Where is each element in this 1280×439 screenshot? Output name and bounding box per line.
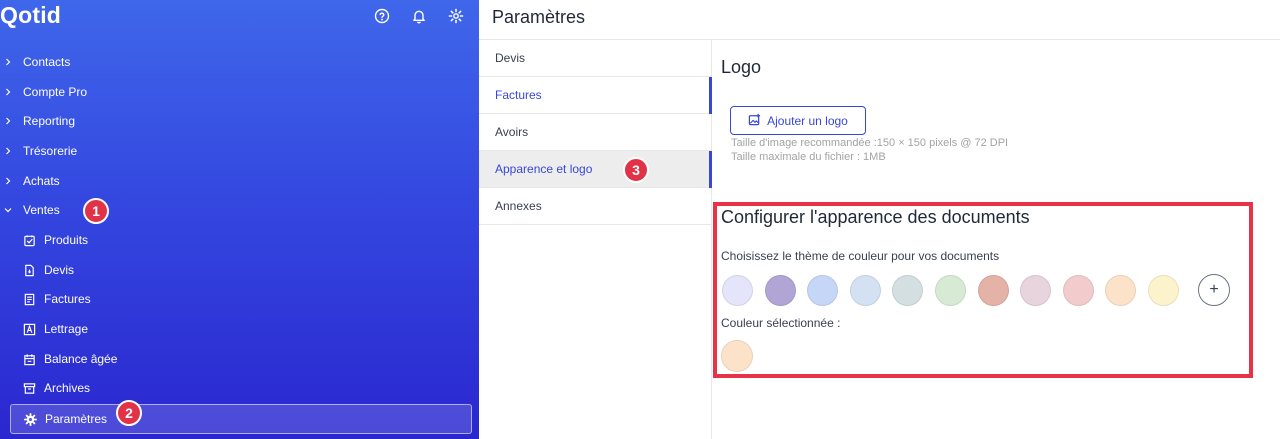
color-swatch[interactable] — [764, 275, 796, 306]
gear-icon[interactable] — [448, 8, 464, 24]
color-swatch[interactable] — [977, 275, 1009, 306]
help-icon[interactable] — [374, 8, 390, 24]
page-title: Paramètres — [492, 7, 586, 27]
chevron-right-icon — [3, 57, 13, 67]
chevron-right-icon — [3, 176, 13, 186]
nav-tresorerie[interactable]: Trésorerie — [0, 137, 470, 165]
chevron-right-icon — [3, 116, 13, 126]
sidebar-item-produits[interactable]: Produits — [0, 226, 470, 254]
nav-label: Achats — [23, 174, 60, 188]
logo-size-hint: Taille d'image recommandée :150 × 150 pi… — [731, 137, 1009, 149]
sidebar-item-label: Lettrage — [44, 322, 89, 336]
nav-label: Ventes — [23, 203, 60, 217]
sidebar-item-devis[interactable]: Devis — [0, 256, 470, 284]
settings-tab-factures[interactable]: Factures — [479, 77, 712, 114]
nav-label: Trésorerie — [23, 144, 78, 158]
color-swatch[interactable] — [722, 275, 753, 306]
app-window: Qotid Contacts Compte Pro Reporting Trés… — [0, 0, 1280, 439]
invoice-icon — [22, 292, 36, 306]
annotation-badge-3: 3 — [623, 157, 649, 183]
product-icon — [22, 233, 36, 247]
sidebar: Qotid Contacts Compte Pro Reporting Trés… — [0, 0, 479, 439]
logo-max-size-hint: Taille maximale du fichier : 1MB — [731, 151, 886, 163]
color-swatch[interactable] — [1062, 275, 1094, 306]
add-logo-button[interactable]: Ajouter un logo — [730, 106, 866, 135]
add-logo-label: Ajouter un logo — [767, 113, 848, 128]
nav-label: Compte Pro — [23, 85, 88, 99]
color-swatch[interactable] — [1148, 275, 1179, 306]
sidebar-item-archives[interactable]: Archives — [0, 374, 470, 402]
image-add-icon — [748, 113, 761, 129]
nav-achats[interactable]: Achats — [0, 167, 470, 195]
sidebar-item-factures[interactable]: Factures — [0, 285, 470, 313]
nav-ventes[interactable]: Ventes — [0, 196, 470, 224]
document-icon — [22, 263, 36, 277]
sidebar-item-label: Paramètres — [45, 412, 108, 426]
sidebar-item-label: Factures — [44, 292, 91, 306]
annotation-badge-2: 2 — [116, 400, 142, 426]
color-swatch[interactable] — [849, 275, 881, 306]
settings-tab-avoirs[interactable]: Avoirs — [479, 114, 712, 151]
theme-color-label: Choisissez le thème de couleur pour vos … — [721, 249, 1000, 263]
color-swatch[interactable] — [807, 275, 839, 306]
sidebar-item-parametres[interactable]: Paramètres — [10, 404, 472, 434]
sidebar-item-label: Archives — [44, 381, 91, 395]
archive-icon — [22, 381, 36, 395]
nav-label: Reporting — [23, 114, 76, 128]
add-color-button[interactable]: + — [1198, 274, 1230, 306]
nav-compte-pro[interactable]: Compte Pro — [0, 78, 470, 106]
appearance-section-title: Configurer l'apparence des documents — [721, 207, 1030, 227]
lettering-icon — [22, 322, 36, 336]
selected-color-swatch — [721, 340, 753, 372]
nav-reporting[interactable]: Reporting — [0, 107, 470, 135]
color-swatch[interactable] — [1020, 275, 1052, 306]
settings-tab-devis[interactable]: Devis — [479, 40, 712, 77]
sidebar-item-lettrage[interactable]: Lettrage — [0, 315, 470, 343]
chevron-right-icon — [3, 87, 13, 97]
brand-logo: Qotid — [0, 2, 62, 28]
selected-color-label: Couleur sélectionnée : — [721, 316, 841, 330]
settings-menu: Devis Factures Avoirs Apparence et logo … — [479, 40, 712, 439]
settings-tab-apparence-logo[interactable]: Apparence et logo — [479, 151, 712, 188]
sidebar-item-label: Balance âgée — [44, 352, 118, 366]
sidebar-item-balance-agee[interactable]: Balance âgée — [0, 345, 470, 373]
gear-icon — [23, 412, 37, 426]
color-swatch[interactable] — [935, 275, 966, 306]
nav-contacts[interactable]: Contacts — [0, 48, 470, 76]
nav-label: Contacts — [23, 55, 71, 69]
sidebar-item-label: Devis — [44, 263, 75, 277]
sidebar-item-label: Produits — [44, 233, 89, 247]
calendar-icon — [22, 352, 36, 366]
chevron-right-icon — [3, 146, 13, 156]
chevron-down-icon — [3, 205, 13, 215]
logo-section-title: Logo — [721, 57, 762, 77]
annotation-badge-1: 1 — [83, 198, 109, 224]
bell-icon[interactable] — [411, 8, 427, 24]
settings-tab-annexes[interactable]: Annexes — [479, 188, 712, 225]
